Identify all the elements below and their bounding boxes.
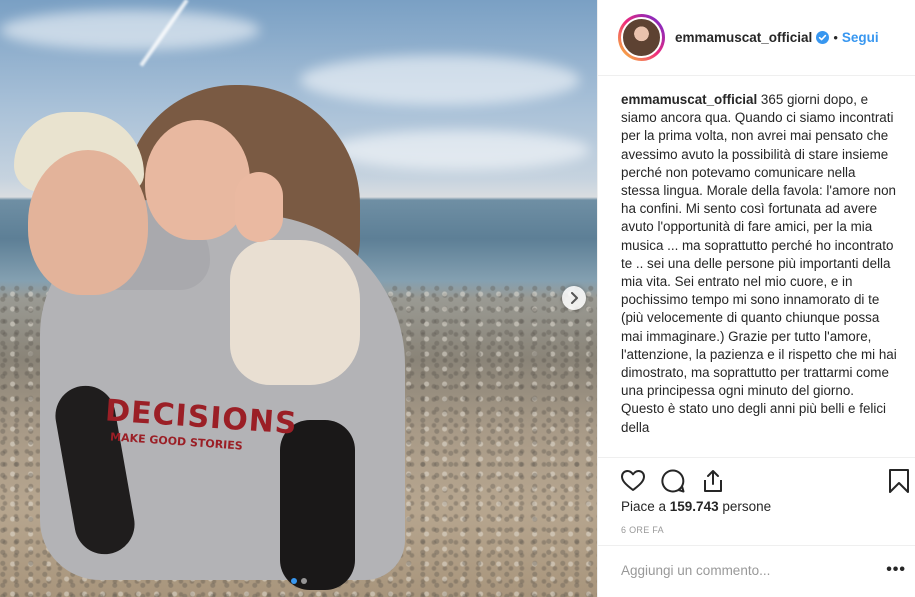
likes-suffix: persone	[718, 499, 772, 514]
post-header: emmamuscat_official • Segui	[598, 0, 915, 76]
save-button[interactable]	[888, 468, 914, 494]
cloud	[300, 55, 580, 105]
story-ring[interactable]	[618, 14, 665, 61]
avatar[interactable]	[621, 17, 662, 58]
comment-icon	[661, 469, 685, 493]
likes-prefix: Piace a	[621, 499, 670, 514]
comment-button[interactable]	[660, 468, 686, 494]
post-photo[interactable]: DECISIONS MAKE GOOD STORIES	[0, 0, 597, 597]
carousel-indicator	[0, 578, 597, 584]
share-button[interactable]	[700, 468, 726, 494]
carousel-dot	[300, 578, 307, 584]
follow-button[interactable]: Segui	[842, 30, 879, 45]
comment-bar: •••	[598, 545, 915, 597]
boy-face	[28, 150, 148, 295]
bookmark-icon	[889, 469, 909, 493]
right-leg	[280, 420, 355, 590]
share-icon	[704, 470, 722, 492]
more-options-button[interactable]: •••	[886, 561, 906, 579]
post-caption: emmamuscat_official 365 giorni dopo, e s…	[621, 91, 897, 456]
carousel-next-button[interactable]	[562, 286, 586, 310]
cloud	[330, 130, 590, 170]
girl-face	[145, 120, 250, 240]
like-button[interactable]	[620, 468, 646, 494]
post-timestamp[interactable]: 6 ORE FA	[621, 525, 664, 535]
likes-count[interactable]: 159.743	[670, 499, 719, 514]
cloud	[0, 10, 260, 50]
caption-text: 365 giorni dopo, e siamo ancora qua. Qua…	[621, 92, 897, 435]
post-side-panel: emmamuscat_official • Segui emmamuscat_o…	[597, 0, 915, 597]
heart-icon	[621, 470, 645, 491]
header-username[interactable]: emmamuscat_official	[675, 30, 812, 45]
separator-dot: •	[833, 30, 838, 45]
chevron-right-icon	[571, 292, 578, 304]
likes-summary[interactable]: Piace a 159.743 persone	[621, 499, 771, 514]
action-bar	[598, 457, 915, 502]
carousel-dot-active	[290, 578, 297, 584]
girl-hand	[235, 172, 283, 242]
fleece-sleeve	[230, 240, 360, 385]
caption-username[interactable]: emmamuscat_official	[621, 92, 757, 107]
comment-input[interactable]	[621, 563, 861, 578]
verified-badge-icon	[816, 31, 830, 44]
